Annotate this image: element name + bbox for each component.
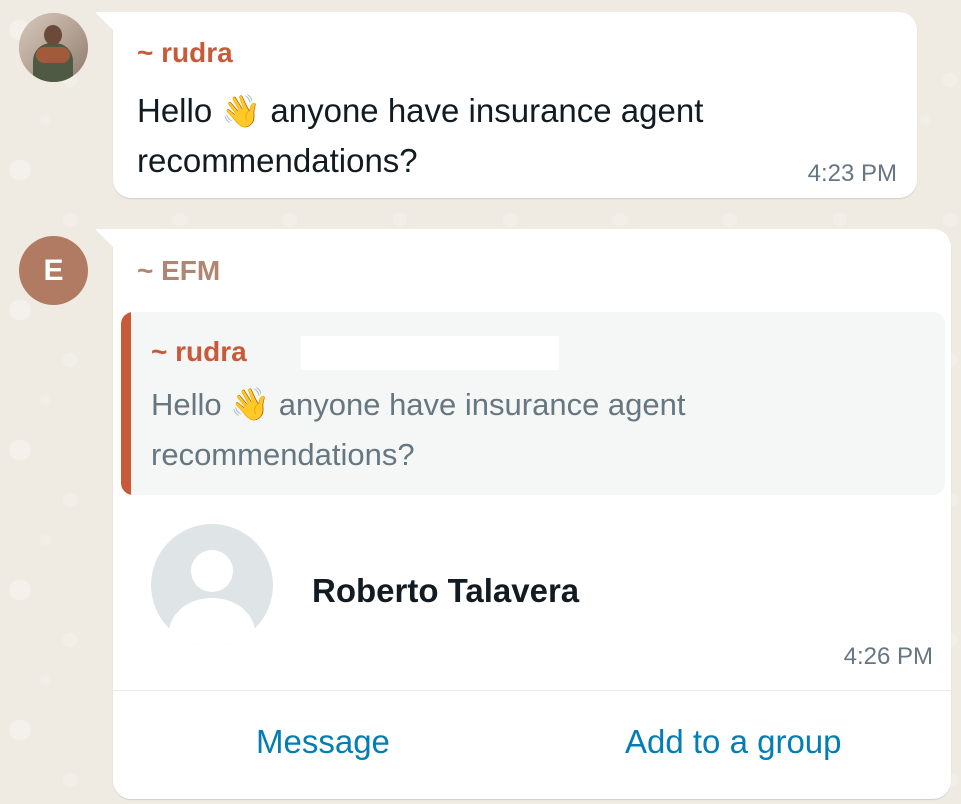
message-text-part: Hello [137, 92, 213, 129]
quote-accent-bar [121, 312, 131, 495]
quoted-text-part: Hello [151, 387, 222, 422]
quoted-message[interactable]: ~ rudra Hello 👋 anyone have insurance ag… [121, 312, 945, 495]
quoted-sender-name: ~ rudra [151, 336, 247, 367]
sender-avatar-rudra[interactable] [19, 13, 88, 82]
avatar-photo-head [44, 25, 62, 45]
waving-hand-emoji: 👋 [221, 92, 262, 130]
message-bubble[interactable]: ~ rudra Hello 👋 anyone have insurance ag… [95, 12, 917, 198]
bubble-tail [95, 229, 113, 247]
redacted-area [301, 336, 559, 370]
person-icon-head [191, 550, 233, 592]
message-bubble-contact[interactable]: ~ EFM ~ rudra Hello 👋 anyone have insura… [95, 229, 951, 799]
waving-hand-emoji: 👋 [230, 385, 271, 423]
card-divider [113, 690, 951, 691]
quoted-text: Hello 👋 anyone have insurance agent reco… [151, 379, 791, 480]
sender-name[interactable]: ~ rudra [137, 37, 233, 69]
avatar-photo-scarf [36, 47, 70, 63]
message-text: Hello 👋 anyone have insurance agent reco… [137, 86, 777, 186]
sender-avatar-efm[interactable]: E [19, 236, 88, 305]
default-person-icon[interactable] [151, 524, 273, 646]
bubble-tail [95, 12, 113, 30]
person-icon-body [169, 598, 255, 646]
sender-name[interactable]: ~ EFM [137, 255, 220, 287]
message-contact-button[interactable]: Message [256, 723, 390, 761]
contact-name[interactable]: Roberto Talavera [312, 572, 579, 610]
add-to-group-button[interactable]: Add to a group [625, 723, 842, 761]
message-timestamp: 4:26 PM [843, 643, 933, 670]
message-timestamp: 4:23 PM [807, 160, 897, 187]
